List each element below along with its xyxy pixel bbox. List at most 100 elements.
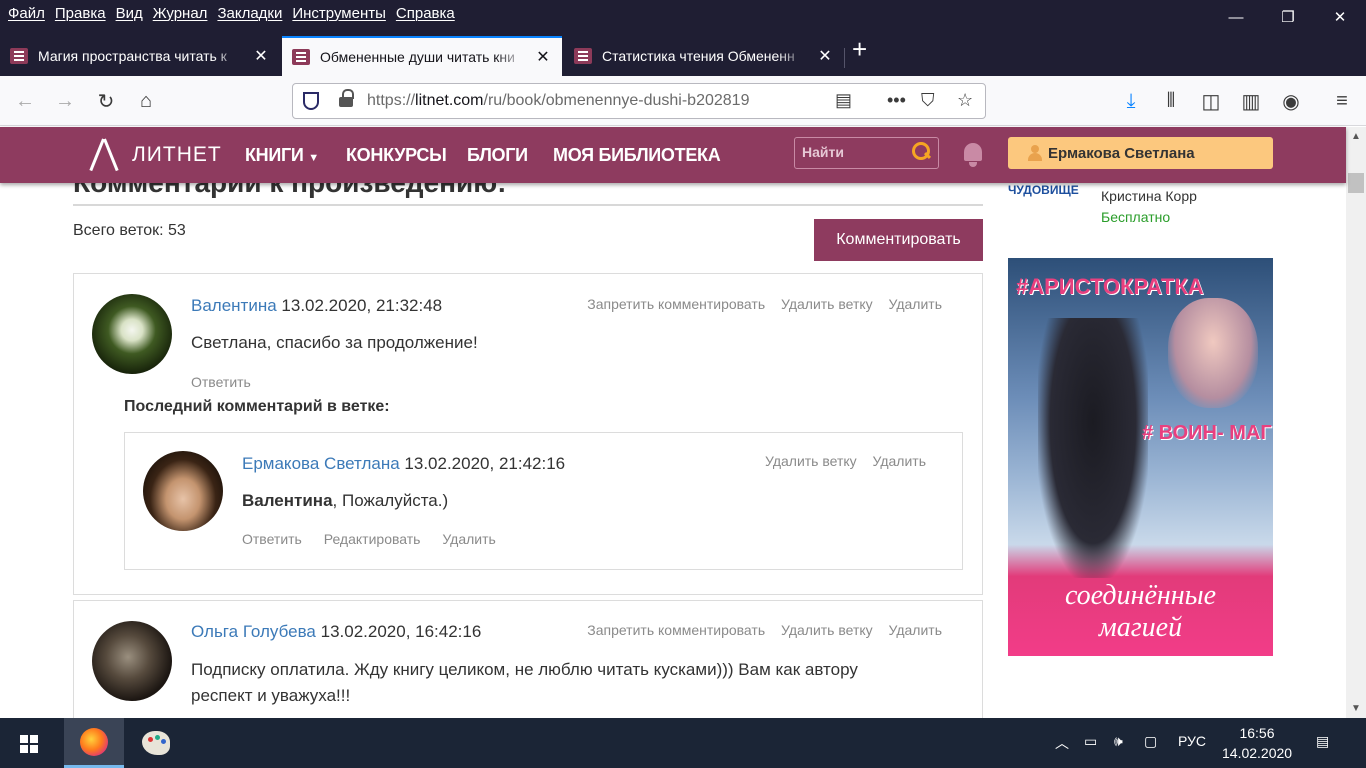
reply-link[interactable]: Ответить	[242, 531, 302, 547]
tab-title: Обмененные души читать кни	[320, 49, 515, 65]
site-logo[interactable]: ЛИТНЕТ	[88, 139, 222, 171]
delete-link[interactable]: Удалить	[442, 531, 495, 547]
back-icon[interactable]: ←	[12, 88, 38, 114]
search-icon[interactable]	[912, 142, 930, 160]
book-price: Бесплатно	[1101, 209, 1171, 225]
volume-icon[interactable]: 🕪	[1114, 733, 1123, 750]
page-scrollbar[interactable]: ▲ ▼	[1346, 127, 1366, 718]
delete-thread-link[interactable]: Удалить ветку	[781, 622, 873, 638]
ban-comments-link[interactable]: Запретить комментировать	[587, 622, 765, 638]
comment-text: Подписку оплатила. Жду книгу целиком, не…	[191, 660, 858, 705]
nav-books[interactable]: КНИГИ ▼	[245, 145, 319, 166]
delete-thread-link[interactable]: Удалить ветку	[781, 296, 873, 312]
menu-bookmarks[interactable]: Закладки	[217, 5, 282, 22]
page-actions-icon[interactable]: •••	[887, 90, 906, 111]
clock[interactable]: 16:56 14.02.2020	[1222, 723, 1292, 763]
site-search-input[interactable]: Найти	[794, 137, 939, 169]
account-icon[interactable]: ◉	[1278, 88, 1304, 114]
menu-view[interactable]: Вид	[116, 5, 143, 22]
forward-icon[interactable]: →	[52, 88, 78, 114]
comment-date: 13.02.2020, 21:32:48	[281, 296, 443, 315]
page-content: Комментарии к произведению: Всего веток:…	[0, 127, 1346, 718]
close-tab-icon[interactable]: ✕	[252, 46, 270, 66]
comment-author[interactable]: Валентина	[191, 296, 277, 315]
menu-tools[interactable]: Инструменты	[292, 5, 386, 22]
reload-icon[interactable]: ↻	[93, 88, 119, 114]
delete-link[interactable]: Удалить	[873, 453, 926, 469]
firefox-icon	[80, 727, 108, 756]
tab-magic-space[interactable]: Магия пространства читать к ✕	[0, 36, 280, 76]
comment-author[interactable]: Ольга Голубева	[191, 622, 316, 641]
scroll-thumb[interactable]	[1348, 173, 1364, 193]
tab-reading-stats[interactable]: Статистика чтения Обмененн ✕	[564, 36, 844, 76]
banner-face	[1168, 298, 1258, 408]
menu-help[interactable]: Справка	[396, 5, 455, 22]
comment-thread: Ольга Голубева 13.02.2020, 16:42:16 Запр…	[73, 600, 983, 718]
taskbar-firefox[interactable]	[64, 718, 124, 768]
tab-exchanged-souls[interactable]: Обмененные души читать кни ✕	[282, 36, 562, 76]
scroll-up-icon[interactable]: ▲	[1351, 131, 1361, 142]
sidebar-icon[interactable]: ◫	[1198, 88, 1224, 114]
reader-view-icon[interactable]: ▤	[835, 90, 852, 111]
pocket-icon[interactable]: ⛉	[921, 90, 935, 111]
total-threads: Всего веток: 53	[73, 222, 186, 239]
extension-icon[interactable]: ▥	[1238, 88, 1264, 114]
avatar[interactable]	[92, 294, 172, 374]
comment-meta: Валентина 13.02.2020, 21:32:48	[191, 296, 442, 316]
comment-text: Светлана, спасибо за продолжение!	[191, 333, 478, 352]
bookmark-star-icon[interactable]: ☆	[957, 90, 973, 111]
avatar[interactable]	[92, 621, 172, 701]
ban-comments-link[interactable]: Запретить комментировать	[587, 296, 765, 312]
banner-warrior	[1038, 318, 1148, 578]
windows-start-icon[interactable]	[20, 735, 38, 753]
hamburger-menu-icon[interactable]: ≡	[1329, 88, 1355, 114]
notifications-bell-icon[interactable]	[962, 143, 984, 167]
delete-thread-link[interactable]: Удалить ветку	[765, 453, 857, 469]
nav-blogs[interactable]: БЛОГИ	[467, 145, 528, 166]
downloads-icon[interactable]: ⤓	[1118, 88, 1144, 114]
comment-button[interactable]: Комментировать	[814, 219, 983, 261]
input-language[interactable]: РУС	[1178, 733, 1206, 749]
tab-title: Магия пространства читать к	[38, 48, 227, 64]
last-comment-label: Последний комментарий в ветке:	[124, 398, 390, 415]
url-text[interactable]: https://litnet.com/ru/book/obmenennye-du…	[367, 92, 807, 110]
user-icon	[1028, 145, 1042, 161]
network-icon[interactable]: ▢	[1144, 733, 1157, 750]
address-bar[interactable]: https://litnet.com/ru/book/obmenennye-du…	[292, 83, 986, 119]
nav-my-library[interactable]: МОЯ БИБЛИОТЕКА	[553, 145, 721, 166]
mention[interactable]: Валентина	[242, 491, 333, 510]
nav-contests[interactable]: КОНКУРСЫ	[346, 145, 447, 166]
taskbar-paint[interactable]	[126, 718, 186, 768]
lock-icon[interactable]	[339, 89, 354, 108]
close-window-icon[interactable]: ✕	[1314, 0, 1366, 34]
taskbar: ︿ ▭ 🕪 ▢ РУС 16:56 14.02.2020 ▤	[0, 718, 1366, 768]
restore-icon[interactable]: ❐	[1262, 0, 1314, 34]
reply-link[interactable]: Ответить	[191, 374, 251, 390]
new-tab-icon[interactable]: +	[852, 36, 867, 62]
menu-file[interactable]: Файл	[8, 5, 45, 22]
delete-link[interactable]: Удалить	[889, 296, 942, 312]
tray-chevron-icon[interactable]: ︿	[1055, 733, 1069, 753]
delete-link[interactable]: Удалить	[889, 622, 942, 638]
edit-link[interactable]: Редактировать	[324, 531, 421, 547]
notification-center-icon[interactable]: ▤	[1316, 733, 1329, 750]
tab-separator	[844, 48, 845, 68]
book-author[interactable]: Кристина Корр	[1101, 188, 1197, 204]
menu-history[interactable]: Журнал	[153, 5, 208, 22]
minimize-icon[interactable]: —	[1210, 0, 1262, 34]
tracking-protection-icon[interactable]	[303, 92, 319, 110]
avatar[interactable]	[143, 451, 223, 531]
litnet-logo-icon	[88, 139, 120, 171]
book-thumbnail[interactable]: ЧУДОВИЩЕ	[1008, 183, 1084, 209]
battery-icon[interactable]: ▭	[1084, 733, 1097, 750]
home-icon[interactable]: ⌂	[133, 88, 159, 114]
user-menu-button[interactable]: Ермакова Светлана	[1008, 137, 1273, 169]
menu-bar: Файл Правка Вид Журнал Закладки Инструме…	[0, 0, 1366, 26]
comment-author[interactable]: Ермакова Светлана	[242, 454, 400, 473]
close-tab-icon[interactable]: ✕	[816, 46, 834, 66]
menu-edit[interactable]: Правка	[55, 5, 106, 22]
close-tab-icon[interactable]: ✕	[534, 47, 552, 67]
scroll-down-icon[interactable]: ▼	[1351, 703, 1361, 714]
library-icon[interactable]: ⫴	[1158, 88, 1184, 114]
book-banner[interactable]: #АРИСТОКРАТКА # ВОИН- МАГ соединённые ма…	[1008, 258, 1273, 656]
